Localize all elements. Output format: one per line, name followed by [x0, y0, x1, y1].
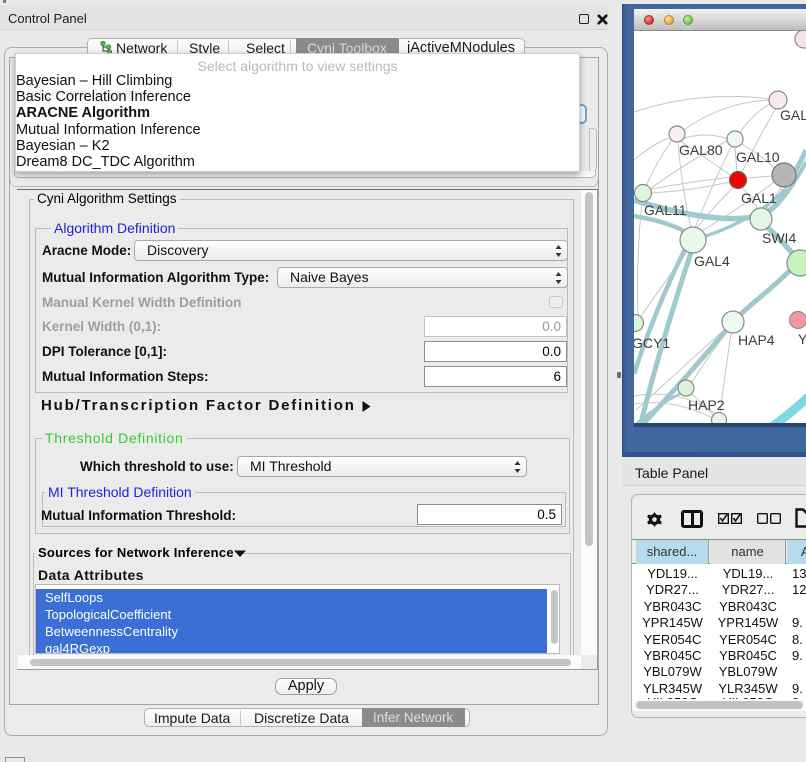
svg-text:GAL: GAL: [780, 107, 806, 123]
svg-text:GCY1: GCY1: [634, 335, 670, 351]
svg-text:Y: Y: [798, 331, 806, 347]
svg-text:GAL10: GAL10: [736, 149, 780, 165]
svg-text:GAL4: GAL4: [694, 253, 730, 269]
svg-text:GAL11: GAL11: [644, 202, 687, 218]
svg-text:SWI4: SWI4: [762, 230, 796, 246]
svg-text:HAP2: HAP2: [688, 397, 725, 413]
svg-text:GAL80: GAL80: [679, 142, 723, 158]
svg-text:GAL1: GAL1: [741, 190, 777, 206]
svg-text:HAP4: HAP4: [738, 332, 775, 348]
